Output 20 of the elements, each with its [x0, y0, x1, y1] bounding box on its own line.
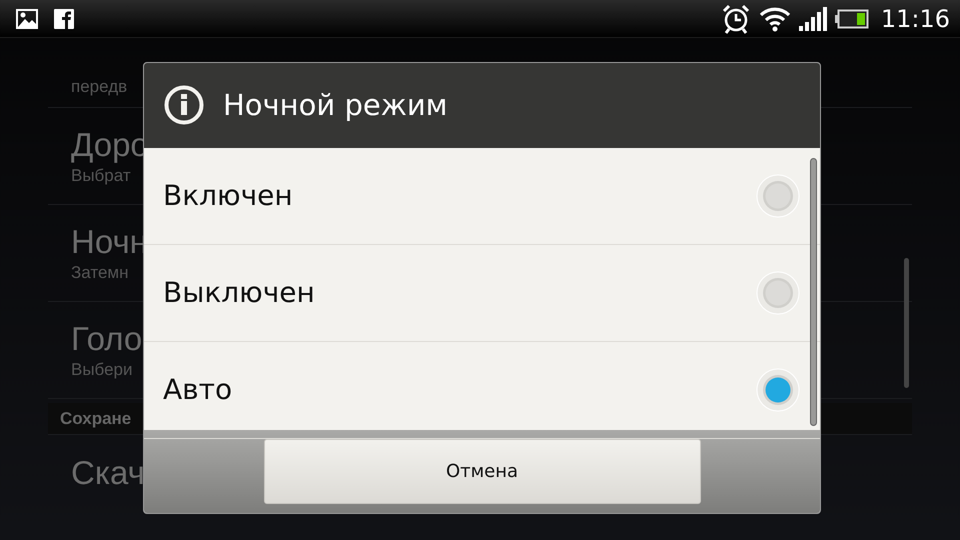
dialog-title: Ночной режим [223, 86, 448, 124]
signal-icon [798, 6, 827, 30]
radio-button[interactable] [756, 174, 800, 218]
battery-icon [834, 8, 869, 28]
setting-title: Голо [71, 319, 142, 359]
clock-time: 11:16 [880, 4, 950, 34]
setting-subtitle: Выбери [71, 359, 133, 381]
alarm-clock-icon [720, 4, 751, 34]
radio-button[interactable] [756, 270, 800, 315]
facebook-icon [54, 8, 74, 28]
picture-icon [16, 8, 38, 28]
radio-button[interactable] [756, 368, 800, 412]
setting-subtitle: Затемн [71, 262, 128, 284]
setting-title: Скач [71, 453, 145, 493]
section-header: Сохране [60, 408, 132, 430]
setting-subtitle: передв [71, 76, 128, 98]
info-icon [164, 85, 204, 126]
cancel-button[interactable]: Отмена [264, 438, 700, 504]
wifi-icon [758, 6, 791, 32]
setting-subtitle: Выбрат [71, 165, 131, 187]
